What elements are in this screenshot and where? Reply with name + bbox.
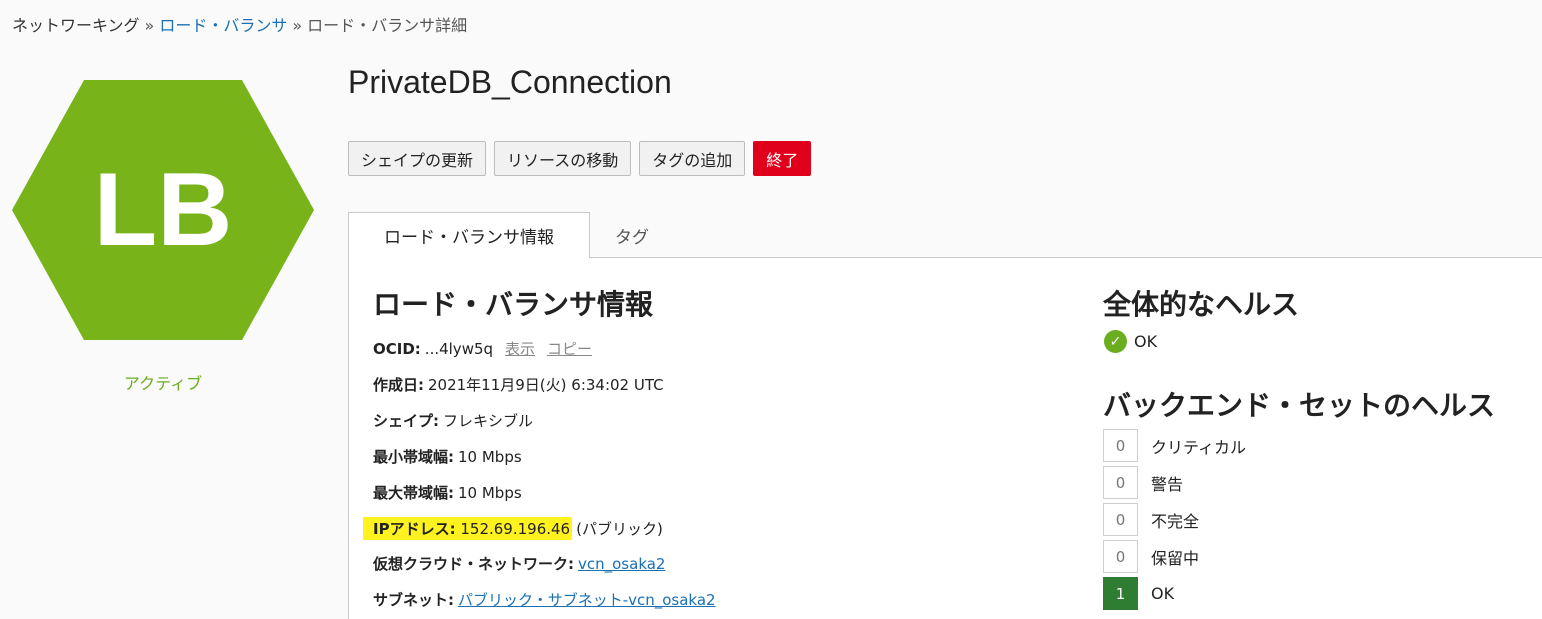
ip-address-type: (パブリック) [576,520,663,538]
show-ocid-link[interactable]: 表示 [505,338,535,359]
tab-tags[interactable]: タグ [590,212,674,259]
vcn-row: 仮想クラウド・ネットワーク: vcn_osaka2 [373,553,665,574]
vcn-link[interactable]: vcn_osaka2 [578,555,665,573]
ok-label: OK [1151,584,1175,603]
max-bandwidth-row: 最大帯域幅: 10 Mbps [373,482,522,503]
ip-highlight: IPアドレス: 152.69.196.46 [363,517,573,540]
breadcrumb: ネットワーキング» ロード・バランサ» ロード・バランサ詳細 [12,12,467,36]
max-bandwidth-label: 最大帯域幅: [373,484,454,502]
created-label: 作成日: [373,376,424,394]
min-bandwidth-row: 最小帯域幅: 10 Mbps [373,446,522,467]
overall-health-value: OK [1134,332,1158,351]
tab-bar: ロード・バランサ情報 タグ [348,212,1542,259]
ip-address-row: IPアドレス: 152.69.196.46 (パブリック) [363,517,663,540]
pending-count-badge: 0 [1103,540,1138,573]
breadcrumb-load-balancers-link[interactable]: ロード・バランサ [159,16,287,35]
vcn-label: 仮想クラウド・ネットワーク: [373,555,574,573]
add-tags-button[interactable]: タグの追加 [639,141,746,176]
action-toolbar: シェイプの更新 リソースの移動 タグの追加 終了 [348,141,812,176]
min-bandwidth-label: 最小帯域幅: [373,448,454,466]
move-resource-button[interactable]: リソースの移動 [494,141,632,176]
page-title: PrivateDB_Connection [348,64,672,100]
incomplete-label: 不完全 [1151,511,1200,531]
health-incomplete-row: 0 不完全 [1103,503,1199,536]
critical-count-badge: 0 [1103,429,1138,462]
shape-value: フレキシブル [443,412,534,430]
pending-label: 保留中 [1151,548,1200,568]
breadcrumb-separator: » [292,16,303,35]
breadcrumb-current: ロード・バランサ詳細 [307,16,468,35]
hexagon-label: LB [94,152,233,268]
ocid-row: OCID: ...4lyw5q 表示 コピー [373,338,592,359]
incomplete-count-badge: 0 [1103,503,1138,536]
ocid-value: ...4lyw5q [424,340,494,358]
critical-label: クリティカル [1151,437,1247,457]
ocid-label: OCID: [373,340,421,358]
warning-label: 警告 [1151,474,1184,494]
subnet-label: サブネット: [373,591,454,609]
ip-address-label: IPアドレス: [373,520,456,538]
load-balancer-hexagon-icon: LB [12,80,314,340]
shape-label: シェイプ: [373,412,439,430]
max-bandwidth-value: 10 Mbps [458,484,522,502]
health-ok-row: 1 OK [1103,577,1174,610]
backend-health-heading: バックエンド・セットのヘルス [1103,389,1496,422]
update-shape-button[interactable]: シェイプの更新 [348,141,487,176]
warning-count-badge: 0 [1103,466,1138,499]
copy-ocid-link[interactable]: コピー [547,338,592,359]
subnet-row: サブネット: パブリック・サブネット-vcn_osaka2 [373,589,716,610]
breadcrumb-separator: » [144,16,155,35]
overall-health-status: ✓ OK [1104,330,1157,353]
overall-health-heading: 全体的なヘルス [1103,288,1300,321]
shape-row: シェイプ: フレキシブル [373,410,533,431]
terminate-button[interactable]: 終了 [753,141,812,176]
created-value: 2021年11月9日(火) 6:34:02 UTC [428,376,664,394]
health-pending-row: 0 保留中 [1103,540,1199,573]
info-heading: ロード・バランサ情報 [373,288,654,321]
created-row: 作成日: 2021年11月9日(火) 6:34:02 UTC [373,374,664,395]
health-warning-row: 0 警告 [1103,466,1183,499]
subnet-link[interactable]: パブリック・サブネット-vcn_osaka2 [458,589,716,610]
breadcrumb-root: ネットワーキング [12,16,140,35]
check-circle-icon: ✓ [1104,330,1127,353]
tab-load-balancer-info[interactable]: ロード・バランサ情報 [348,212,590,259]
ip-address-value: 152.69.196.46 [460,520,571,538]
health-critical-row: 0 クリティカル [1103,429,1246,462]
min-bandwidth-value: 10 Mbps [458,448,522,466]
lifecycle-status: アクティブ [123,374,203,393]
ok-count-badge: 1 [1103,577,1138,610]
